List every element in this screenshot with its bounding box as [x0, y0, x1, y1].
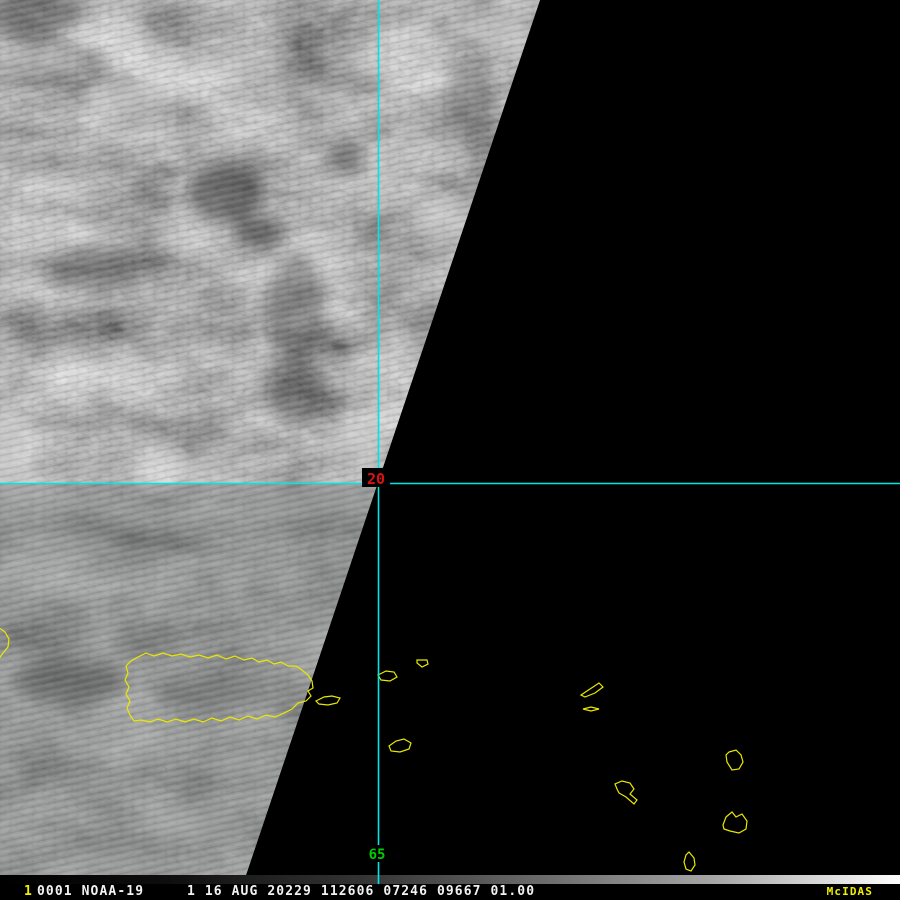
status-bar: 1 0001 NOAA-19 1 16 AUG 20229 112606 072… [0, 884, 900, 900]
satellite-image-canvas[interactable]: 20 65 [0, 0, 900, 884]
image-info-text: 1 16 AUG 20229 112606 07246 09667 01.00 [187, 884, 536, 899]
frame-info-text: 0001 NOAA-19 [37, 884, 145, 899]
latitude-label: 20 [367, 470, 385, 488]
mcidas-display: 20 65 1 0001 NOAA-19 1 16 AUG 20229 1126… [0, 0, 900, 900]
brightness-wedge [0, 875, 900, 884]
longitude-label: 65 [369, 847, 386, 863]
mcidas-brand-label: McIDAS [826, 885, 873, 898]
frame-indicator[interactable]: 1 [24, 884, 33, 900]
